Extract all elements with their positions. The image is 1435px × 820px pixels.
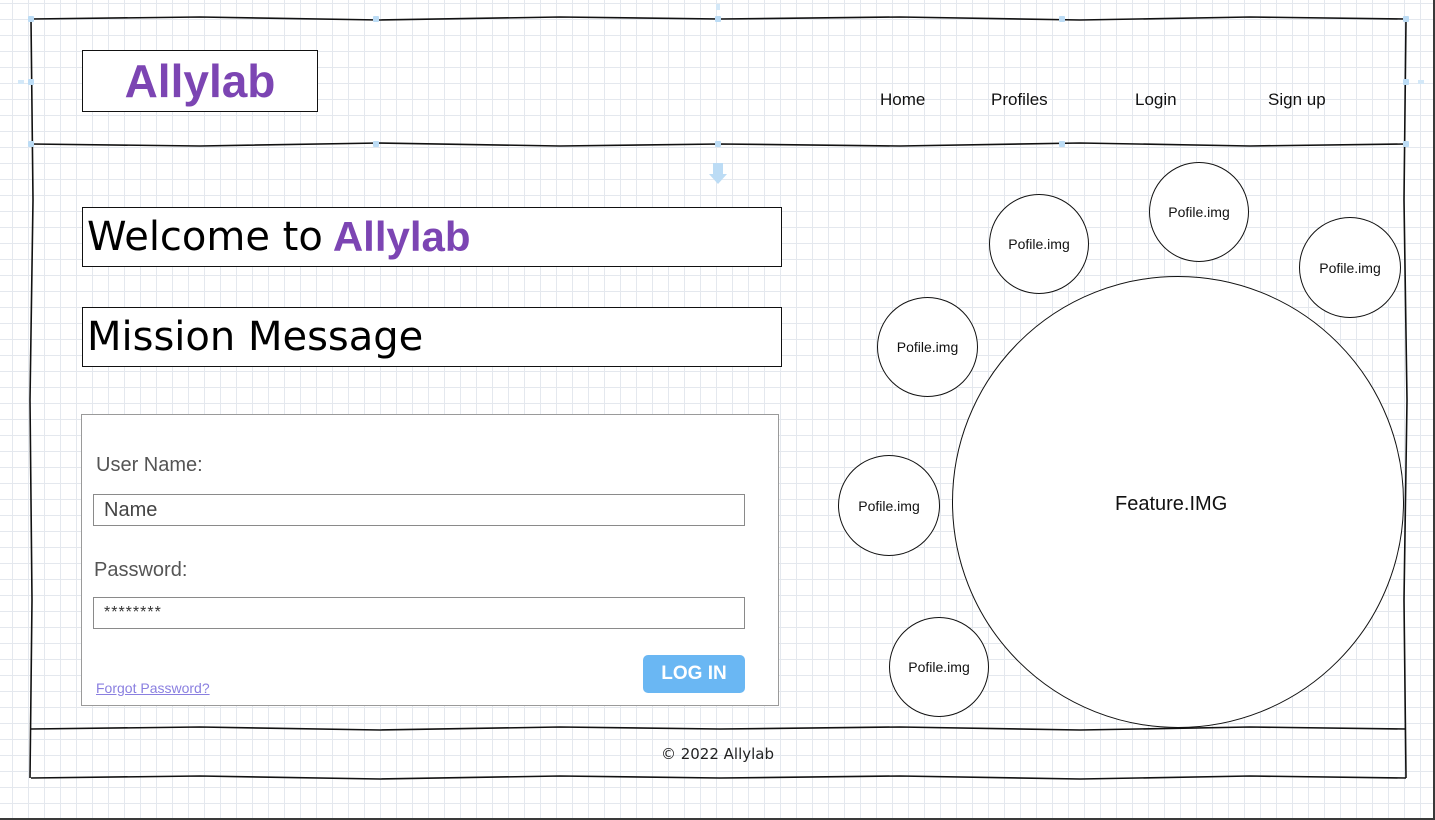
selection-handle[interactable] (28, 16, 34, 22)
logo[interactable]: Allylab (82, 50, 318, 112)
footer-copyright: © 2022 Allylab (660, 745, 775, 763)
welcome-brand: Allylab (332, 213, 471, 260)
selection-handle[interactable] (28, 79, 34, 85)
welcome-heading: Welcome to Allylab (82, 207, 782, 267)
login-button[interactable]: LOG IN (643, 655, 745, 693)
profile-image[interactable]: Pofile.img (889, 617, 989, 717)
profile-image[interactable]: Pofile.img (989, 194, 1089, 294)
welcome-text: Welcome to (87, 214, 323, 260)
nav-link-profiles[interactable]: Profiles (991, 90, 1048, 110)
nav-link-home[interactable]: Home (880, 90, 925, 110)
username-label: User Name: (96, 454, 203, 476)
selection-handle[interactable] (1403, 79, 1409, 85)
selection-handle[interactable] (373, 16, 379, 22)
selection-handle[interactable] (1059, 141, 1065, 147)
password-input[interactable] (93, 597, 745, 629)
login-form: User Name: Password: Forgot Password? LO… (81, 414, 779, 706)
selection-handle[interactable] (373, 141, 379, 147)
feature-label: Feature.IMG (1115, 493, 1228, 515)
mission-heading: Mission Message (82, 307, 782, 367)
selection-handle[interactable] (28, 141, 34, 147)
feature-image[interactable]: Feature.IMG (952, 276, 1404, 728)
selection-handle[interactable] (1403, 16, 1409, 22)
selection-handle[interactable] (715, 141, 721, 147)
nav-link-login[interactable]: Login (1135, 90, 1177, 110)
mission-text: Mission Message (87, 314, 424, 360)
profile-image[interactable]: Pofile.img (1299, 217, 1401, 318)
password-label: Password: (94, 559, 188, 581)
nav-link-signup[interactable]: Sign up (1268, 90, 1326, 110)
forgot-password-link[interactable]: Forgot Password? (96, 680, 210, 696)
selection-handle[interactable] (1403, 141, 1409, 147)
profile-image[interactable]: Pofile.img (877, 297, 978, 397)
username-input[interactable] (93, 494, 745, 526)
profile-image[interactable]: Pofile.img (1149, 162, 1249, 262)
profile-image[interactable]: Pofile.img (838, 455, 940, 556)
selection-handle[interactable] (715, 16, 721, 22)
selection-handle[interactable] (1059, 16, 1065, 22)
